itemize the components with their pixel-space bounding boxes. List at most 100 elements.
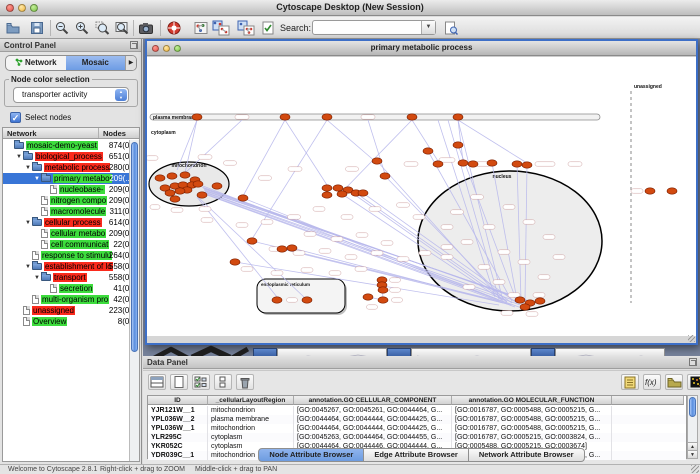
float-data-panel-icon[interactable]: [689, 358, 697, 366]
graph-node[interactable]: [333, 185, 343, 191]
graph-node[interactable]: [280, 114, 290, 120]
graph-node[interactable]: [322, 192, 332, 198]
graph-node[interactable]: [380, 173, 390, 179]
tab-network-attribute-browser[interactable]: Network Attribute Browser: [469, 448, 585, 462]
graph-node[interactable]: [192, 114, 202, 120]
tree-row[interactable]: ▼primary metabol209(...: [3, 173, 129, 184]
tab-edge-attribute-browser[interactable]: Edge Attribute Browser: [364, 448, 468, 462]
tree-row[interactable]: cellular metabo209(0): [3, 228, 129, 239]
tree-expand-icon[interactable]: ▼: [24, 165, 32, 171]
tree-row[interactable]: ▼biological_process651(0): [3, 151, 129, 162]
graph-node[interactable]: [535, 298, 545, 304]
graph-node[interactable]: [302, 297, 312, 303]
graph-node[interactable]: [322, 114, 332, 120]
snapshot-camera-icon[interactable]: [137, 19, 155, 37]
tree-expand-icon[interactable]: ▼: [24, 264, 32, 270]
graph-node[interactable]: [197, 192, 207, 198]
graph-node[interactable]: [165, 190, 175, 196]
select-attributes-icon[interactable]: [192, 374, 210, 390]
graph-node[interactable]: [238, 195, 248, 201]
network-resize-grip[interactable]: [688, 335, 695, 342]
graph-node[interactable]: [337, 191, 347, 197]
table-column-header[interactable]: annotation.GO MOLECULAR_FUNCTION: [452, 396, 612, 405]
tree-row[interactable]: Overview8(0): [3, 316, 129, 327]
tree-row[interactable]: ▼metabolic process280(0): [3, 162, 129, 173]
tree-row[interactable]: macromolecule311(0): [3, 206, 129, 217]
search-input[interactable]: [315, 21, 419, 34]
tree-row[interactable]: response to stimulu264(0): [3, 250, 129, 261]
tree-column-network[interactable]: Network: [3, 128, 99, 138]
zoom-fit-icon[interactable]: [113, 19, 131, 37]
tree-scrollbar-thumb[interactable]: [131, 142, 138, 352]
layout-overlay-1-icon[interactable]: [212, 19, 230, 37]
graph-node[interactable]: [433, 161, 443, 167]
graph-node[interactable]: [167, 173, 177, 179]
tree-row[interactable]: unassigned223(0): [3, 305, 129, 316]
table-row[interactable]: YPL036W__1mitochondrion[GO:0044464, GO:0…: [148, 424, 686, 433]
float-panel-icon[interactable]: [130, 41, 138, 49]
graph-node[interactable]: [212, 183, 222, 189]
graph-node[interactable]: [170, 196, 180, 202]
graph-node[interactable]: [522, 162, 532, 168]
tab-scroll-right-icon[interactable]: ▶: [125, 56, 136, 70]
tree-row[interactable]: multi-organism pro42(0): [3, 294, 129, 305]
annotation-icon[interactable]: [259, 19, 277, 37]
graph-node[interactable]: [667, 188, 677, 194]
graph-node[interactable]: [468, 161, 478, 167]
tree-row[interactable]: mosaic-demo-yeast874(0): [3, 140, 129, 151]
tree-scrollbar[interactable]: [129, 140, 139, 461]
graph-node[interactable]: [180, 172, 190, 178]
help-lifesaver-icon[interactable]: [165, 19, 183, 37]
select-nodes-checkbox[interactable]: ✓: [10, 112, 21, 123]
graph-node[interactable]: [155, 175, 165, 181]
function-builder-icon[interactable]: f(x): [643, 374, 661, 390]
graph-node[interactable]: [272, 297, 282, 303]
nucleus-region[interactable]: [418, 171, 602, 311]
graph-node[interactable]: [230, 259, 240, 265]
table-scrollbar-thumb[interactable]: [689, 397, 696, 417]
layout-overlay-2-icon[interactable]: [237, 19, 255, 37]
graph-node[interactable]: [423, 148, 433, 154]
app-resize-grip[interactable]: [691, 465, 699, 473]
search-box[interactable]: ▼: [312, 20, 436, 35]
graph-node[interactable]: [247, 238, 257, 244]
vizmapper-icon[interactable]: [192, 19, 210, 37]
table-row[interactable]: YJR121W__1mitochondrion[GO:0045267, GO:0…: [148, 406, 686, 415]
tree-row[interactable]: ▼cellular process614(0): [3, 217, 129, 228]
graph-node[interactable]: [363, 294, 373, 300]
tree-row[interactable]: ▼transport558(0): [3, 272, 129, 283]
tree-column-nodes[interactable]: Nodes: [99, 128, 139, 138]
heatmap-icon[interactable]: [687, 374, 700, 390]
graph-node[interactable]: [193, 181, 203, 187]
graph-node[interactable]: [520, 304, 530, 310]
table-mode-icon[interactable]: [148, 374, 166, 390]
graph-node[interactable]: [358, 190, 368, 196]
tab-node-attribute-browser[interactable]: Node Attribute Browser: [258, 448, 364, 462]
tree-expand-icon[interactable]: ▼: [24, 220, 32, 226]
tree-row[interactable]: nucleobase-209(0): [3, 184, 129, 195]
graph-node[interactable]: [453, 114, 463, 120]
graph-node[interactable]: [407, 114, 417, 120]
unselect-attributes-icon[interactable]: [214, 374, 232, 390]
graph-node[interactable]: [175, 188, 185, 194]
tree-expand-icon[interactable]: ▼: [33, 275, 41, 281]
tree-expand-icon[interactable]: ▼: [15, 154, 23, 160]
table-row[interactable]: YLR295Ccytoplasm[GO:0045263, GO:0044464,…: [148, 433, 686, 442]
zoom-in-icon[interactable]: [73, 19, 91, 37]
zoom-out-icon[interactable]: [53, 19, 71, 37]
delete-attribute-trash-icon[interactable]: [236, 374, 254, 390]
tree-row[interactable]: cell communicat22(0): [3, 239, 129, 250]
graph-node[interactable]: [453, 142, 463, 148]
table-column-header[interactable]: annotation.GO CELLULAR_COMPONENT: [294, 396, 452, 405]
graph-node[interactable]: [515, 297, 525, 303]
tree-row[interactable]: nitrogen compo209(0): [3, 195, 129, 206]
open-session-icon[interactable]: [4, 19, 22, 37]
graph-node[interactable]: [487, 160, 497, 166]
graph-node[interactable]: [378, 287, 388, 293]
table-column-header[interactable]: ID: [148, 396, 208, 405]
new-attribute-icon[interactable]: [170, 374, 188, 390]
tab-mosaic[interactable]: Mosaic: [66, 56, 126, 70]
table-column-header[interactable]: _cellularLayoutRegion: [208, 396, 294, 405]
tree-expand-icon[interactable]: ▼: [33, 176, 41, 182]
tree-row[interactable]: ▼establishment of lo558(0): [3, 261, 129, 272]
